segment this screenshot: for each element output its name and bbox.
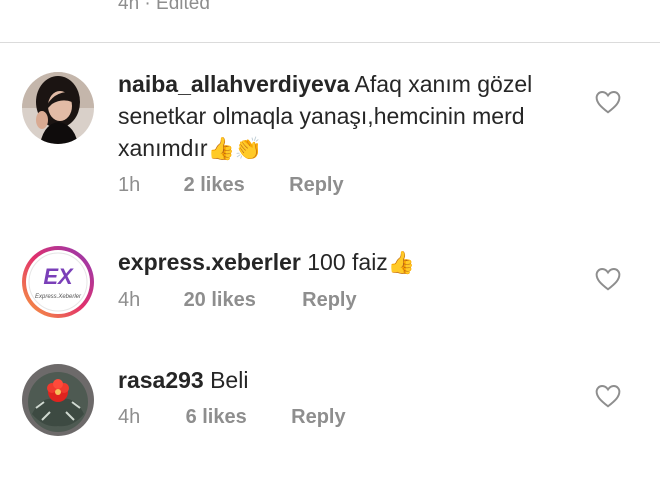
avatar[interactable] <box>22 364 94 436</box>
comment-text: express.xeberler 100 faiz👍 <box>118 246 588 279</box>
comment-text: rasa293 Beli <box>118 364 588 396</box>
comment-item: EX Express.Xeberler express.xeberler 100… <box>0 240 660 320</box>
comment-meta: 4h 20 likes Reply <box>118 289 357 312</box>
emoji: 👍 <box>387 250 416 275</box>
likes-count[interactable]: 2 likes <box>184 174 284 197</box>
comment-item: naiba_allahverdiyeva Afaq xanım gözel se… <box>0 60 660 210</box>
comment-time: 1h <box>118 174 141 196</box>
avatar[interactable] <box>22 72 94 144</box>
woman-portrait-avatar-icon <box>22 72 94 144</box>
reply-button[interactable]: Reply <box>302 289 356 312</box>
like-heart-icon[interactable] <box>595 90 621 114</box>
likes-count[interactable]: 20 likes <box>184 289 297 312</box>
previous-comment-meta: 4h · Edited <box>118 0 210 14</box>
svg-text:EX: EX <box>43 264 74 289</box>
svg-text:Express.Xeberler: Express.Xeberler <box>35 294 82 300</box>
username[interactable]: express.xeberler <box>118 249 301 275</box>
reply-button[interactable]: Reply <box>289 174 343 197</box>
divider <box>0 42 660 43</box>
comment-body: 100 faiz <box>300 249 388 275</box>
like-heart-icon[interactable] <box>595 384 621 408</box>
comment-meta: 1h 2 likes Reply <box>118 174 344 197</box>
comment-time: 4h <box>118 406 141 428</box>
ex-logo-avatar-icon: EX Express.Xeberler <box>22 246 94 318</box>
comment-meta: 4h 6 likes Reply <box>118 406 346 429</box>
avatar[interactable]: EX Express.Xeberler <box>20 244 96 320</box>
like-heart-icon[interactable] <box>595 267 621 291</box>
reply-button[interactable]: Reply <box>291 406 345 429</box>
cactus-flower-avatar-icon <box>22 364 94 436</box>
comment-text: naiba_allahverdiyeva Afaq xanım gözel se… <box>118 68 588 165</box>
comment-time: 4h <box>118 289 141 311</box>
comment-item: rasa293 Beli 4h 6 likes Reply <box>0 360 660 440</box>
likes-count[interactable]: 6 likes <box>186 406 286 429</box>
comment-body: Beli <box>203 367 249 393</box>
username[interactable]: naiba_allahverdiyeva <box>118 71 349 97</box>
username[interactable]: rasa293 <box>118 367 204 393</box>
emoji: 👍👏 <box>207 136 263 161</box>
